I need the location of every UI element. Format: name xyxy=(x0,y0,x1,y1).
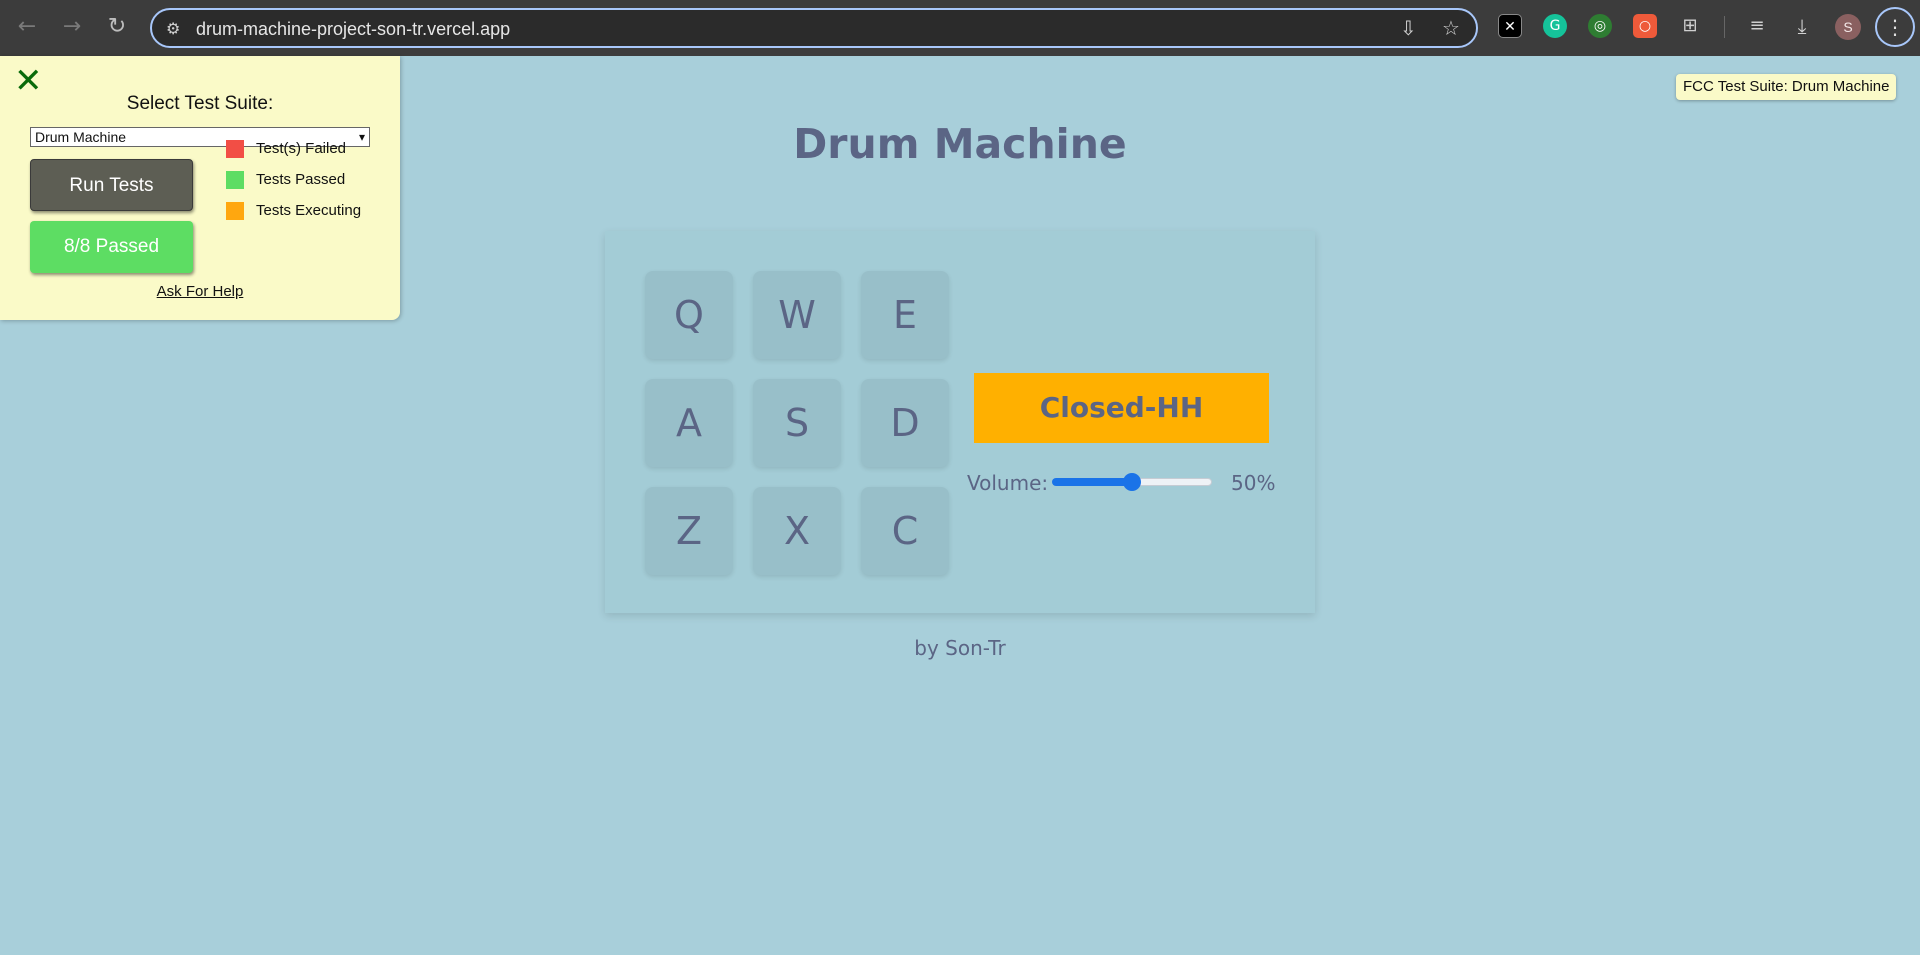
back-arrow-icon[interactable]: ← xyxy=(10,10,44,44)
forward-arrow-icon[interactable]: → xyxy=(55,10,89,44)
site-info-icon[interactable]: ⚙ xyxy=(166,19,180,38)
close-x-icon[interactable]: ✕ xyxy=(14,64,43,98)
executing-swatch xyxy=(226,202,244,221)
volume-slider[interactable] xyxy=(1052,469,1212,495)
volume-label: Volume: xyxy=(967,471,1049,495)
legend-passed: Tests Passed xyxy=(226,171,346,190)
drum-pad-x[interactable]: X xyxy=(753,487,841,575)
bookmark-star-icon[interactable]: ☆ xyxy=(1442,16,1460,40)
passed-swatch xyxy=(226,171,244,190)
drum-pad-s[interactable]: S xyxy=(753,379,841,467)
page-title: Drum Machine xyxy=(793,120,1127,168)
drum-pad-w[interactable]: W xyxy=(753,271,841,359)
target-extension-icon[interactable]: ◎ xyxy=(1588,14,1612,38)
fcc-test-suite-tooltip: FCC Test Suite: Drum Machine xyxy=(1676,74,1897,100)
reload-icon[interactable]: ↻ xyxy=(100,10,134,44)
legend-executing-label: Tests Executing xyxy=(256,202,362,219)
drum-pad-e[interactable]: E xyxy=(861,271,949,359)
fcc-test-panel: ✕ Select Test Suite: Drum Machine ▾ Run … xyxy=(0,56,400,320)
ask-for-help-link[interactable]: Ask For Help xyxy=(0,283,400,300)
browser-toolbar: ← → ↻ ⚙ drum-machine-project-son-tr.verc… xyxy=(0,0,1920,56)
media-control-icon[interactable]: ≡ xyxy=(1745,14,1769,38)
drum-machine: Q W E A S D Z X C Closed-HH Volume: 50% xyxy=(605,231,1315,613)
legend-passed-label: Tests Passed xyxy=(256,171,346,188)
test-results-button[interactable]: 8/8 Passed xyxy=(30,221,193,273)
x-extension-icon[interactable]: ✕ xyxy=(1498,14,1522,38)
volume-value: 50% xyxy=(1231,471,1276,495)
grammarly-icon[interactable]: G xyxy=(1543,14,1567,38)
record-extension-icon[interactable]: ○ xyxy=(1633,14,1657,38)
drum-pad-c[interactable]: C xyxy=(861,487,949,575)
volume-fill xyxy=(1052,478,1132,486)
drum-pad-a[interactable]: A xyxy=(645,379,733,467)
download-icon[interactable]: ⤓ xyxy=(1790,14,1814,38)
footer-credit: by Son-Tr xyxy=(914,636,1006,660)
address-bar[interactable]: ⚙ drum-machine-project-son-tr.vercel.app… xyxy=(150,8,1478,48)
volume-thumb[interactable] xyxy=(1123,473,1141,491)
url-text[interactable]: drum-machine-project-son-tr.vercel.app xyxy=(196,19,510,40)
drum-pad-d[interactable]: D xyxy=(861,379,949,467)
drum-pad-z[interactable]: Z xyxy=(645,487,733,575)
profile-avatar[interactable]: S xyxy=(1835,14,1861,40)
test-suite-title: Select Test Suite: xyxy=(126,93,274,114)
drum-pad-q[interactable]: Q xyxy=(645,271,733,359)
legend-executing: Tests Executing xyxy=(226,202,362,221)
sound-display: Closed-HH xyxy=(974,373,1269,443)
toolbar-divider xyxy=(1724,16,1725,38)
install-app-icon[interactable]: ⇩ xyxy=(1400,16,1417,40)
puzzle-extensions-icon[interactable]: ⊞ xyxy=(1678,14,1702,38)
kebab-menu-icon[interactable]: ⋮ xyxy=(1875,7,1915,47)
